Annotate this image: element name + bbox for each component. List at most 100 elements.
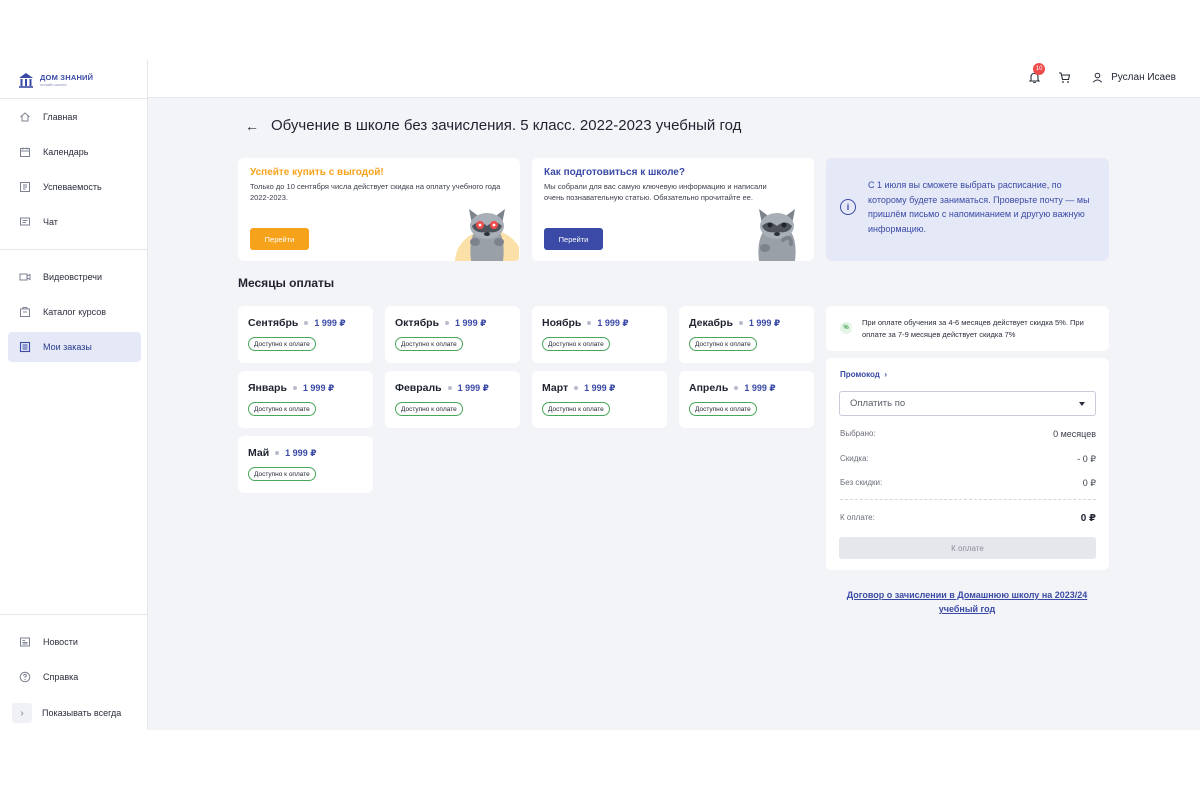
- notifications-badge: 10: [1033, 63, 1046, 75]
- pay-period-select[interactable]: Оплатить по: [839, 391, 1096, 416]
- contract-link[interactable]: Договор о зачислении в Домашнюю школу на…: [838, 588, 1096, 616]
- sidebar-nav-main: Главная Календарь Успеваемость Чат: [8, 102, 141, 242]
- top-bar-actions: 10 Руслан Исаев: [1026, 63, 1176, 85]
- chevron-right-icon[interactable]: ›: [12, 703, 32, 723]
- promo-code-link[interactable]: Промокод ›: [840, 370, 887, 379]
- sidebar-item-label: Чат: [43, 217, 58, 227]
- summary-value: - 0 ₽: [1077, 454, 1096, 464]
- status-badge: Доступно к оплате: [395, 402, 463, 416]
- promo-text: Мы собрали для вас самую ключевую информ…: [544, 182, 767, 202]
- status-badge: Доступно к оплате: [248, 467, 316, 481]
- promo-go-button[interactable]: Перейти: [250, 228, 309, 250]
- sidebar-item-label: Новости: [43, 637, 78, 647]
- separator-dot: [445, 321, 450, 325]
- user-menu[interactable]: Руслан Исаев: [1092, 72, 1176, 83]
- sidebar-divider: [0, 98, 148, 99]
- sidebar-item-grades[interactable]: Успеваемость: [8, 172, 141, 202]
- separator-dot: [304, 321, 309, 325]
- month-card-march[interactable]: Март 1 999 ₽ Доступно к оплате: [532, 371, 667, 428]
- separator-dot: [574, 386, 579, 390]
- summary-value: 0 ₽: [1082, 478, 1096, 488]
- month-name: Январь: [248, 382, 287, 394]
- month-card-october[interactable]: Октябрь 1 999 ₽ Доступно к оплате: [385, 306, 520, 363]
- month-card-december[interactable]: Декабрь 1 999 ₽ Доступно к оплате: [679, 306, 814, 363]
- sidebar-item-calendar[interactable]: Календарь: [8, 137, 141, 167]
- help-icon: [19, 671, 31, 683]
- month-price: 1 999 ₽: [302, 382, 335, 393]
- separator-dot: [447, 386, 452, 390]
- sidebar-item-chat[interactable]: Чат: [8, 207, 141, 237]
- month-price: 1 999 ₽: [748, 317, 781, 328]
- brand-name: ДОМ ЗНАНИЙ: [40, 72, 94, 82]
- caret-down-icon: [1079, 402, 1085, 406]
- promo-code-label: Промокод: [840, 370, 880, 379]
- month-name: Сентябрь: [248, 317, 299, 329]
- summary-divider: [840, 499, 1096, 500]
- month-card-september[interactable]: Сентябрь 1 999 ₽ Доступно к оплате: [238, 306, 373, 363]
- month-name: Февраль: [395, 382, 442, 394]
- separator-dot: [275, 451, 280, 455]
- sidebar-pin-toggle[interactable]: › Показывать всегда: [12, 703, 121, 723]
- summary-label: Выбрано:: [840, 429, 876, 438]
- summary-row-total: К оплате: 0 ₽: [840, 513, 1096, 524]
- promo-title: Успейте купить с выгодой!: [250, 167, 384, 178]
- sidebar-item-help[interactable]: Справка: [8, 662, 141, 692]
- month-name: Ноябрь: [542, 317, 582, 329]
- school-logo-icon: [19, 73, 33, 88]
- status-badge: Доступно к оплате: [395, 337, 463, 351]
- promo-go-button[interactable]: Перейти: [544, 228, 603, 250]
- news-icon: [19, 636, 31, 648]
- month-price: 1 999 ₽: [744, 382, 776, 393]
- month-card-february[interactable]: Февраль 1 999 ₽ Доступно к оплате: [385, 371, 520, 428]
- total-value: 0 ₽: [1080, 513, 1096, 524]
- raccoon-illustration: [455, 209, 519, 261]
- status-badge: Доступно к оплате: [248, 337, 316, 351]
- month-card-january[interactable]: Январь 1 999 ₽ Доступно к оплате: [238, 371, 373, 428]
- sidebar-item-label: Календарь: [43, 147, 89, 157]
- user-name: Руслан Исаев: [1111, 71, 1176, 83]
- status-badge: Доступно к оплате: [248, 402, 316, 416]
- promo-text: Только до 10 сентября числа действует ск…: [250, 182, 501, 202]
- total-label: К оплате:: [840, 513, 875, 522]
- top-bar: 10 Руслан Исаев: [148, 60, 1200, 98]
- separator-dot: [292, 386, 297, 390]
- sidebar-item-label: Каталог курсов: [43, 307, 107, 317]
- sidebar-item-label: Мои заказы: [43, 342, 92, 352]
- back-arrow-icon[interactable]: ←: [245, 118, 259, 134]
- sidebar-item-news[interactable]: Новости: [8, 627, 141, 657]
- separator-dot: [587, 321, 592, 325]
- sidebar-item-home[interactable]: Главная: [8, 102, 141, 132]
- sidebar-item-label: Главная: [43, 112, 78, 122]
- video-icon: [19, 271, 31, 283]
- month-card-april[interactable]: Апрель 1 999 ₽ Доступно к оплате: [679, 371, 814, 428]
- sidebar-item-catalog[interactable]: Каталог курсов: [8, 297, 141, 327]
- sidebar-item-video[interactable]: Видеовстречи: [8, 262, 141, 292]
- month-head: Декабрь 1 999 ₽: [689, 317, 780, 329]
- month-price: 1 999 ₽: [455, 317, 487, 328]
- month-price: 1 999 ₽: [457, 382, 489, 393]
- checkout-button[interactable]: К оплате: [839, 537, 1096, 559]
- month-card-november[interactable]: Ноябрь 1 999 ₽ Доступно к оплате: [532, 306, 667, 363]
- sidebar-item-label: Видеовстречи: [43, 272, 103, 282]
- month-price: 1 999 ₽: [597, 317, 629, 328]
- sidebar-item-label: Успеваемость: [43, 182, 102, 192]
- month-head: Ноябрь 1 999 ₽: [542, 317, 629, 329]
- month-card-may[interactable]: Май 1 999 ₽ Доступно к оплате: [238, 436, 373, 493]
- summary-row-discount: Скидка: - 0 ₽: [840, 454, 1096, 465]
- month-name: Март: [542, 382, 569, 394]
- sidebar-item-orders[interactable]: Мои заказы: [8, 332, 141, 362]
- cart-button[interactable]: [1056, 69, 1072, 85]
- brand-logo[interactable]: ДОМ ЗНАНИЙ онлайн-школа: [18, 72, 93, 88]
- promo-card-discount: Успейте купить с выгодой! Только до 10 с…: [238, 158, 520, 261]
- orders-icon: [19, 341, 31, 353]
- separator-dot: [734, 386, 739, 390]
- summary-label: Без скидки:: [840, 478, 883, 487]
- app-shell: ДОМ ЗНАНИЙ онлайн-школа Главная Календар…: [0, 60, 1200, 730]
- month-name: Май: [248, 447, 270, 459]
- chevron-right-icon: ›: [882, 370, 887, 379]
- notifications-button[interactable]: 10: [1026, 63, 1046, 85]
- schedule-info-text: С 1 июля вы сможете выбрать расписание, …: [868, 180, 1090, 234]
- status-badge: Доступно к оплате: [689, 402, 757, 416]
- summary-row-no-discount: Без скидки: 0 ₽: [840, 478, 1096, 489]
- summary-label: Скидка:: [840, 454, 869, 463]
